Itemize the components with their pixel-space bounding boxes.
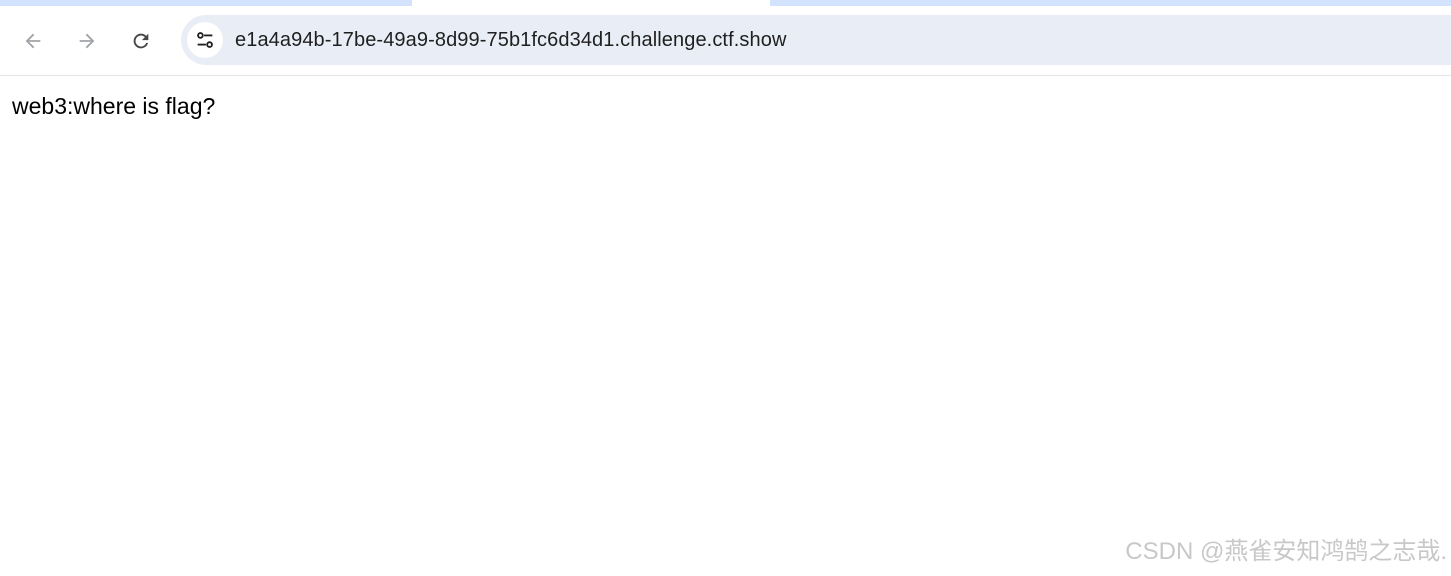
forward-button[interactable] (72, 26, 102, 56)
page-content: web3:where is flag? CSDN @燕雀安知鸿鹄之志哉. (0, 76, 1451, 576)
browser-toolbar: e1a4a94b-17be-49a9-8d99-75b1fc6d34d1.cha… (0, 6, 1451, 75)
page-body-text: web3:where is flag? (12, 93, 216, 119)
reload-icon (133, 33, 149, 49)
csdn-watermark: CSDN @燕雀安知鸿鹄之志哉. (1125, 538, 1447, 565)
url-text[interactable]: e1a4a94b-17be-49a9-8d99-75b1fc6d34d1.cha… (235, 29, 787, 52)
back-button[interactable] (18, 26, 48, 56)
site-info-button[interactable] (187, 22, 223, 58)
arrow-right-icon (79, 33, 95, 49)
tune-icon (197, 32, 213, 48)
arrow-left-icon (25, 33, 41, 49)
address-bar[interactable]: e1a4a94b-17be-49a9-8d99-75b1fc6d34d1.cha… (181, 15, 1451, 65)
reload-button[interactable] (126, 26, 156, 56)
